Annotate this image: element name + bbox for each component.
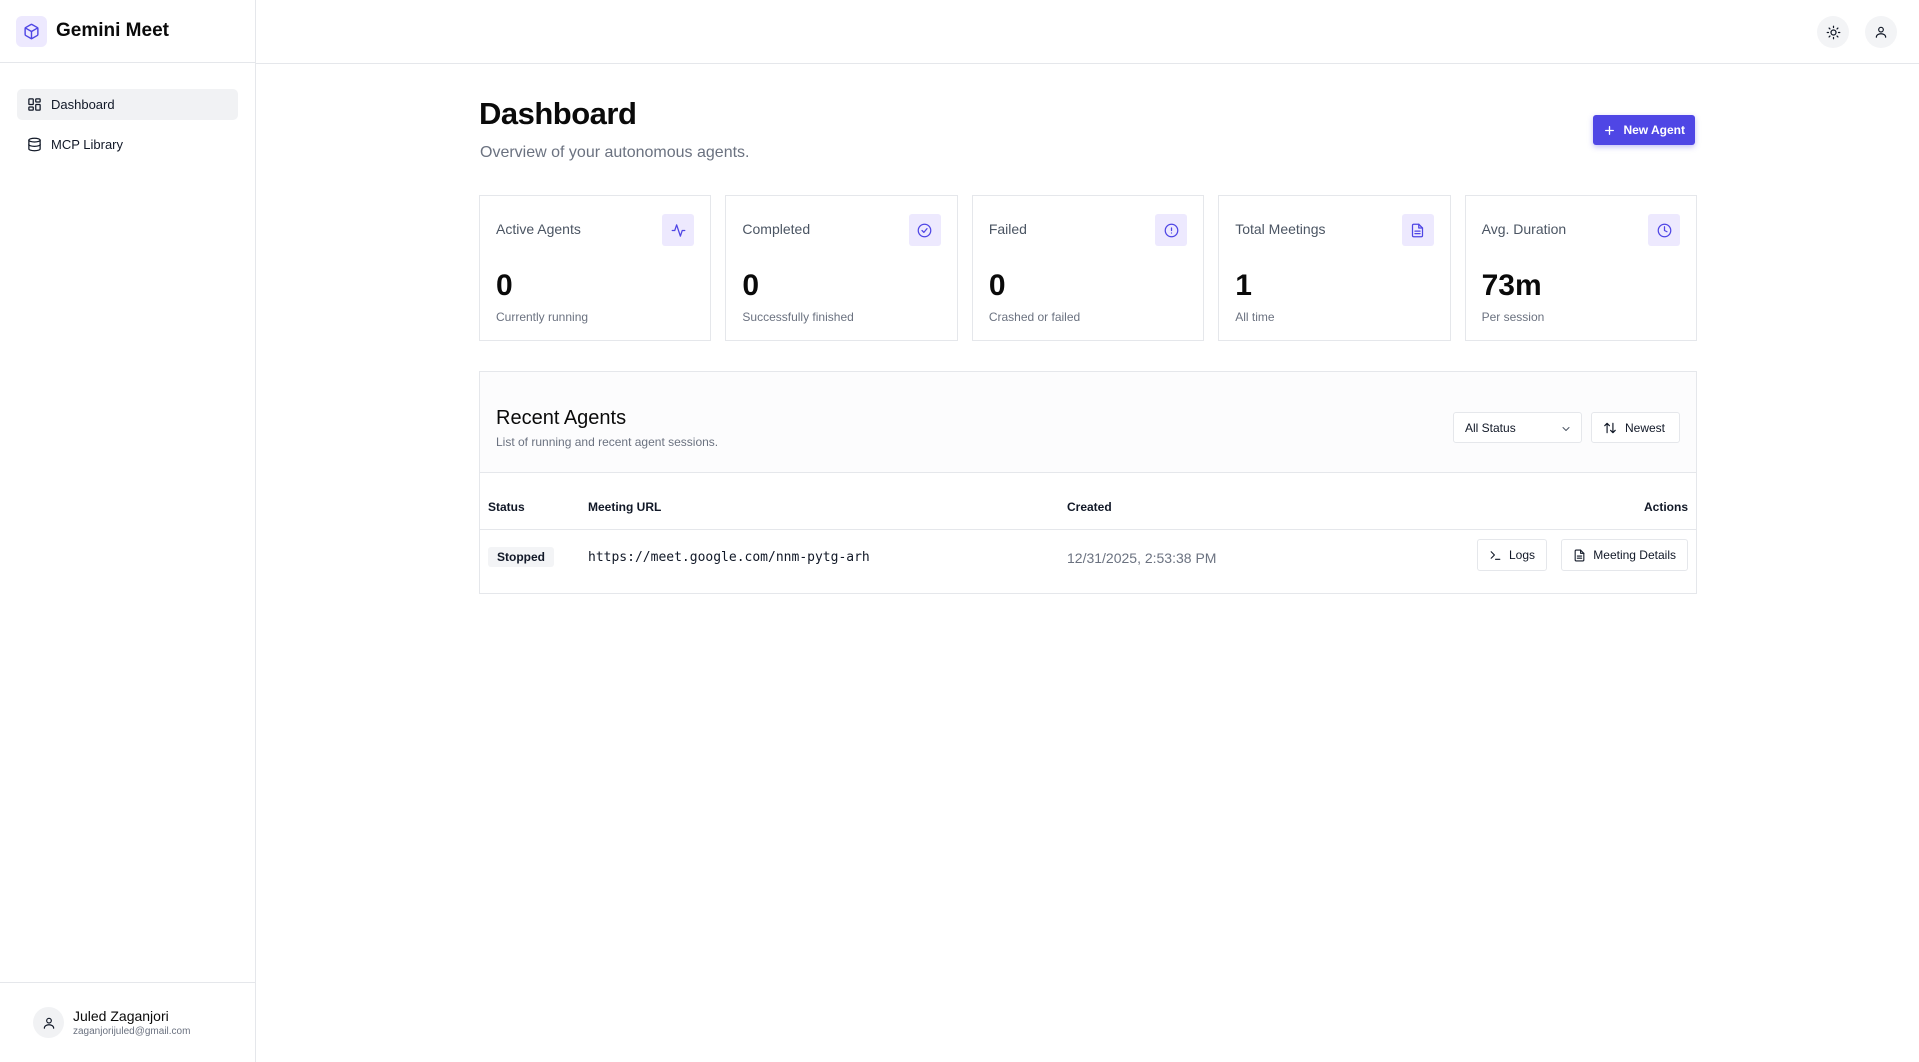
stat-value: 0 [496, 269, 513, 302]
user-menu-button[interactable] [1865, 16, 1897, 48]
stat-desc: Crashed or failed [988, 310, 1081, 324]
recent-agents-title: Recent Agents [496, 407, 627, 429]
user-icon [43, 1017, 54, 1029]
stat-label: Total Meetings [1235, 221, 1326, 237]
created-timestamp: 12/31/2025, 2:53:38 PM [1067, 550, 1217, 566]
sidebar-item-mcp-library[interactable]: MCP Library [17, 129, 238, 160]
column-header-actions: Actions [1643, 500, 1688, 514]
avatar [33, 1007, 64, 1038]
plus-icon [1605, 125, 1615, 135]
chevron-down-icon [1562, 427, 1570, 431]
topbar [256, 0, 1919, 64]
stat-desc: Successfully finished [742, 310, 854, 324]
grid-icon [28, 98, 41, 111]
clock-icon [1648, 214, 1681, 246]
meeting-details-button[interactable]: Meeting Details [1561, 539, 1688, 571]
sidebar-item-dashboard[interactable]: Dashboard [17, 89, 238, 120]
sort-arrows-icon [1604, 422, 1616, 433]
stat-value: 73m [1481, 269, 1542, 302]
stat-card-active-agents: Active Agents 0 Currently running [479, 195, 712, 341]
column-header-created: Created [1067, 500, 1112, 514]
stat-value: 0 [988, 269, 1006, 302]
stats-row: Active Agents 0 Currently running Comple… [479, 195, 1698, 341]
user-email: zaganjorijuled@gmail.com [73, 1026, 191, 1037]
logs-button[interactable]: Logs [1476, 539, 1547, 571]
stat-label: Failed [988, 221, 1027, 237]
file-text-icon [1574, 549, 1585, 561]
user-name: Juled Zaganjori [73, 1008, 169, 1024]
stat-value: 0 [742, 269, 760, 302]
check-circle-icon [908, 214, 941, 246]
stat-label: Avg. Duration [1481, 221, 1567, 237]
stat-card-completed: Completed 0 Successfully finished [725, 195, 958, 341]
status-filter-select[interactable]: All Status [1453, 412, 1582, 443]
cube-icon [16, 15, 47, 47]
recent-agents-panel: Recent Agents List of running and recent… [479, 371, 1697, 594]
sort-label: Newest [1625, 420, 1666, 435]
logs-label: Logs [1508, 548, 1535, 562]
recent-agents-subtitle: List of running and recent agent session… [496, 435, 719, 449]
page-subtitle: Overview of your autonomous agents. [480, 144, 750, 161]
user-profile[interactable]: Juled Zaganjori zaganjorijuled@gmail.com [0, 982, 255, 1062]
activity-icon [662, 214, 695, 246]
sort-button[interactable]: Newest [1591, 412, 1680, 443]
column-header-url: Meeting URL [588, 500, 662, 514]
database-icon [28, 137, 41, 152]
stat-label: Active Agents [496, 221, 581, 237]
recent-agents-header: Recent Agents List of running and recent… [480, 372, 1696, 473]
page-title: Dashboard [479, 96, 637, 131]
stat-card-total-meetings: Total Meetings 1 All time [1218, 195, 1451, 341]
file-text-icon [1401, 214, 1434, 246]
user-icon [1875, 26, 1887, 38]
stat-desc: Currently running [496, 310, 589, 324]
sidebar-item-label: MCP Library [51, 137, 124, 152]
status-filter-value: All Status [1465, 420, 1516, 435]
sidebar: Gemini Meet Dashboard MCP Library Juled … [0, 0, 256, 1062]
sun-icon [1826, 25, 1840, 39]
new-agent-label: New Agent [1623, 123, 1685, 137]
table-header: Status Meeting URL Created Actions [480, 473, 1696, 530]
alert-circle-icon [1155, 214, 1188, 246]
column-header-status: Status [488, 500, 525, 514]
stat-card-avg-duration: Avg. Duration 73m Per session [1464, 195, 1698, 341]
user-info: Juled Zaganjori zaganjorijuled@gmail.com [73, 1008, 190, 1037]
stat-card-failed: Failed 0 Crashed or failed [971, 195, 1205, 341]
status-badge: Stopped [488, 547, 554, 567]
stat-value: 1 [1235, 269, 1252, 302]
stat-desc: All time [1235, 310, 1275, 324]
terminal-icon [1490, 550, 1501, 560]
sidebar-nav: Dashboard MCP Library [0, 63, 255, 160]
new-agent-button[interactable]: New Agent [1593, 115, 1695, 145]
meeting-url[interactable]: https://meet.google.com/nnm-pytg-arh [588, 550, 870, 565]
table-row: Stopped https://meet.google.com/nnm-pytg… [480, 530, 1696, 593]
theme-toggle-button[interactable] [1817, 16, 1849, 48]
sidebar-item-label: Dashboard [51, 97, 115, 112]
app-name: Gemini Meet [56, 20, 169, 41]
meeting-details-label: Meeting Details [1593, 548, 1676, 562]
stat-label: Completed [742, 221, 811, 237]
stat-desc: Per session [1481, 310, 1545, 324]
brand[interactable]: Gemini Meet [0, 0, 255, 63]
